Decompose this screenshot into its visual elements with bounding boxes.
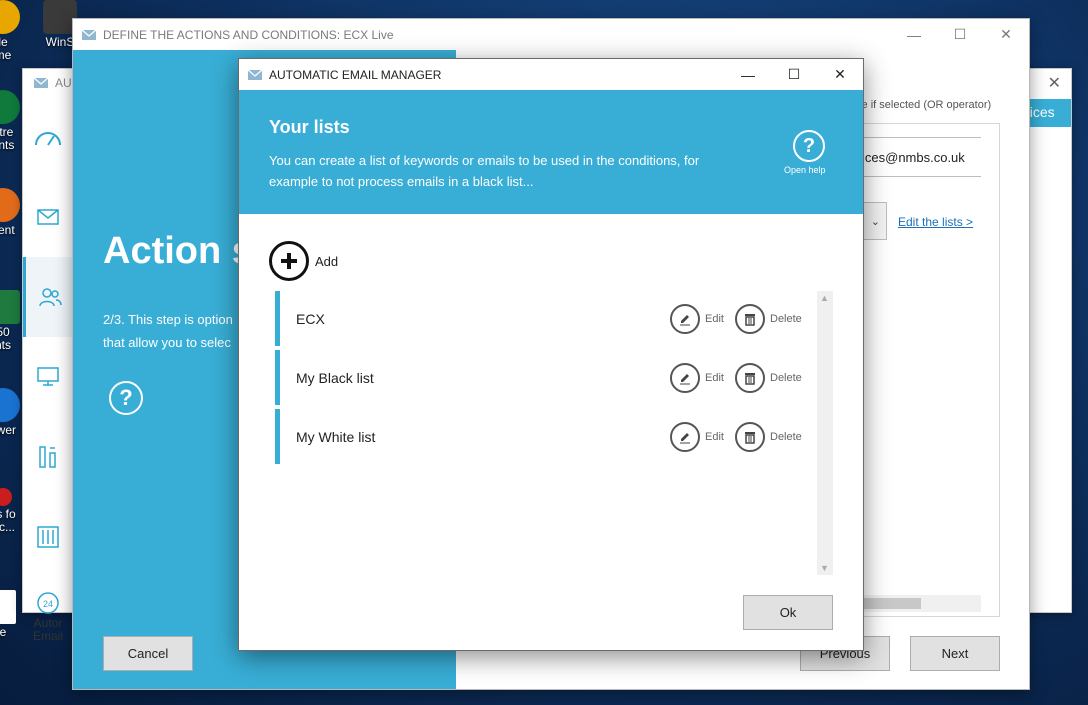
conditions-panel bbox=[853, 123, 1000, 617]
close-button[interactable]: ✕ bbox=[817, 59, 863, 90]
lists-dialog: AUTOMATIC EMAIL MANAGER — ☐ ✕ Your lists… bbox=[238, 58, 864, 651]
users-icon bbox=[38, 288, 62, 307]
header-title: Your lists bbox=[269, 117, 350, 137]
minimize-button[interactable]: — bbox=[891, 19, 937, 50]
app-logo-icon bbox=[33, 77, 49, 88]
edit-lists-link[interactable]: Edit the lists > bbox=[898, 215, 973, 229]
edit-label: Edit bbox=[705, 313, 724, 325]
add-list-button[interactable]: Add bbox=[269, 241, 338, 281]
delete-button[interactable]: Delete bbox=[735, 304, 802, 334]
desktop-icon-label: 50 nts bbox=[0, 325, 11, 352]
delete-button[interactable]: Delete bbox=[735, 422, 802, 452]
list-item[interactable]: ECX Edit Delete bbox=[275, 291, 833, 346]
sidebar-item-tools[interactable] bbox=[23, 417, 73, 497]
sidebar-bottom-label: Autor Email bbox=[32, 616, 63, 643]
plus-circle-icon bbox=[269, 241, 309, 281]
envelope-icon bbox=[37, 209, 59, 225]
gauge-icon bbox=[35, 132, 61, 146]
define-window-title: DEFINE THE ACTIONS AND CONDITIONS: ECX L… bbox=[103, 27, 394, 42]
minimize-button[interactable]: — bbox=[725, 59, 771, 90]
dialog-header: Your lists You can create a list of keyw… bbox=[239, 90, 863, 214]
sidebar-item-monitor[interactable] bbox=[23, 337, 73, 417]
edit-button[interactable]: Edit bbox=[670, 363, 724, 393]
list-name: My Black list bbox=[296, 370, 374, 386]
app-icon bbox=[0, 290, 20, 324]
list-name: ECX bbox=[296, 311, 325, 327]
email-field[interactable]: ices@nmbs.co.uk bbox=[853, 137, 981, 177]
edit-button[interactable]: Edit bbox=[670, 304, 724, 334]
trash-icon bbox=[735, 422, 765, 452]
sidebar-item-schedule[interactable]: 24 Autor Email bbox=[23, 577, 73, 657]
trash-icon bbox=[735, 304, 765, 334]
ok-button[interactable]: Ok bbox=[743, 595, 833, 630]
scroll-down-icon[interactable]: ▼ bbox=[820, 563, 829, 573]
delete-label: Delete bbox=[770, 372, 802, 384]
sidebar-item-users[interactable] bbox=[23, 257, 73, 337]
desktop-icon-label: ntre unts bbox=[0, 125, 15, 152]
close-icon[interactable]: ✕ bbox=[1048, 73, 1061, 93]
list-name: My White list bbox=[296, 429, 376, 445]
pencil-icon bbox=[670, 363, 700, 393]
sidebar-item-settings[interactable] bbox=[23, 497, 73, 577]
app-logo-icon bbox=[81, 29, 97, 40]
list-item[interactable]: My White list Edit Delete bbox=[275, 409, 833, 464]
app-icon bbox=[0, 90, 20, 124]
app-logo-icon bbox=[247, 69, 263, 80]
help-icon[interactable]: ? bbox=[793, 130, 825, 162]
tools-icon bbox=[39, 446, 56, 468]
app-icon bbox=[0, 0, 20, 34]
app-icon bbox=[0, 488, 12, 506]
trash-icon bbox=[735, 363, 765, 393]
help-icon[interactable]: ? bbox=[109, 381, 143, 415]
sliders-icon bbox=[37, 526, 59, 548]
sidebar-item-email[interactable] bbox=[23, 177, 73, 257]
svg-text:24: 24 bbox=[43, 599, 53, 609]
desktop-icon-label: le me bbox=[0, 35, 12, 62]
monitor-icon bbox=[37, 367, 59, 386]
vertical-scrollbar[interactable]: ▲ ▼ bbox=[817, 291, 833, 575]
desktop-icon-label: ewer bbox=[0, 423, 16, 437]
dialog-title: AUTOMATIC EMAIL MANAGER bbox=[269, 67, 442, 82]
edit-label: Edit bbox=[705, 431, 724, 443]
open-help-label[interactable]: Open help bbox=[784, 165, 826, 175]
main-sidebar: 24 Autor Email bbox=[23, 97, 73, 643]
clock-24-icon: 24 bbox=[37, 592, 59, 614]
desktop-icon-label: WinS bbox=[45, 35, 75, 49]
desktop-icon-label: e bbox=[0, 625, 7, 639]
next-button[interactable]: Next bbox=[910, 636, 1000, 671]
sidebar-item-dashboard[interactable] bbox=[23, 97, 73, 177]
pencil-icon bbox=[670, 304, 700, 334]
delete-label: Delete bbox=[770, 313, 802, 325]
app-icon bbox=[0, 590, 16, 624]
define-window-titlebar: DEFINE THE ACTIONS AND CONDITIONS: ECX L… bbox=[73, 19, 1029, 50]
window-controls: — ☐ ✕ bbox=[891, 19, 1029, 50]
close-button[interactable]: ✕ bbox=[983, 19, 1029, 50]
edit-label: Edit bbox=[705, 372, 724, 384]
pencil-icon bbox=[670, 422, 700, 452]
page-title: Action s bbox=[103, 230, 253, 272]
cancel-button[interactable]: Cancel bbox=[103, 636, 193, 671]
scroll-up-icon[interactable]: ▲ bbox=[820, 293, 829, 303]
maximize-button[interactable]: ☐ bbox=[771, 59, 817, 90]
edit-button[interactable]: Edit bbox=[670, 422, 724, 452]
lists-container: ECX Edit Delete My Black list Edit Delet… bbox=[275, 291, 833, 575]
app-icon bbox=[0, 388, 20, 422]
desktop-icon-label: gent bbox=[0, 223, 15, 237]
delete-button[interactable]: Delete bbox=[735, 363, 802, 393]
desktop-icon-label: ss fo Ac... bbox=[0, 507, 16, 534]
add-label: Add bbox=[315, 253, 339, 269]
header-description: You can create a list of keywords or ema… bbox=[269, 153, 700, 189]
rule-hint: ule if selected (OR operator) bbox=[853, 99, 992, 111]
window-controls: — ☐ ✕ bbox=[725, 59, 863, 90]
delete-label: Delete bbox=[770, 431, 802, 443]
horizontal-scrollbar[interactable] bbox=[853, 595, 981, 612]
chevron-down-icon: ⌄ bbox=[870, 215, 880, 228]
app-icon bbox=[0, 188, 20, 222]
maximize-button[interactable]: ☐ bbox=[937, 19, 983, 50]
list-item[interactable]: My Black list Edit Delete bbox=[275, 350, 833, 405]
